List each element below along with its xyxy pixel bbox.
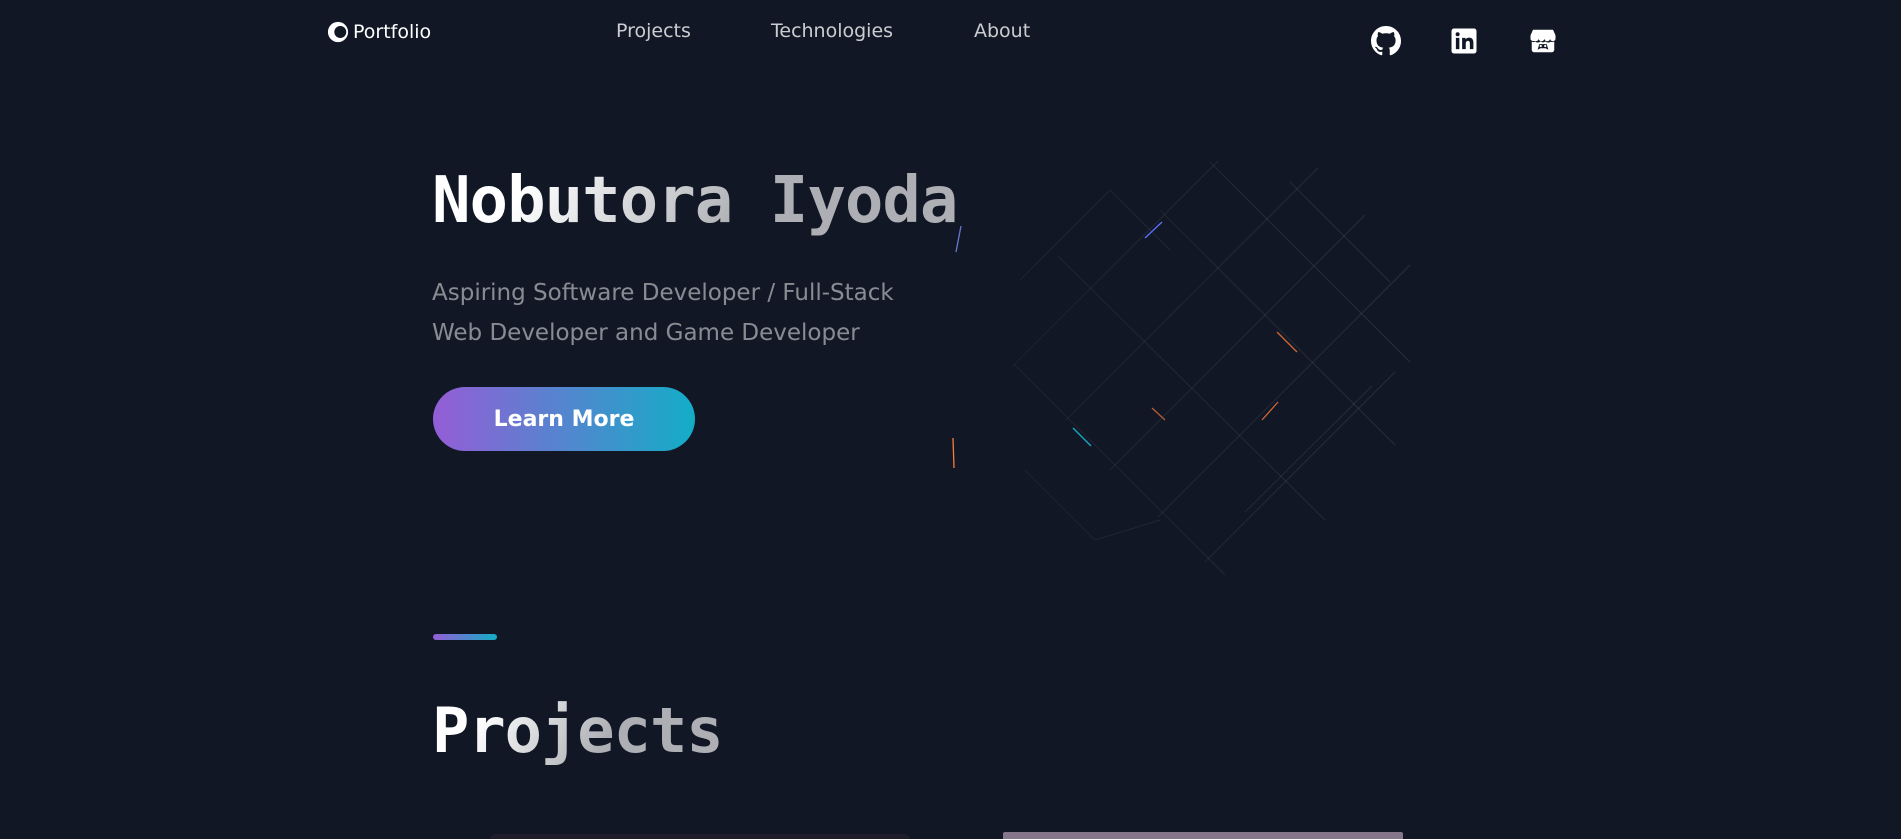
portfolio-logo-icon [327, 21, 349, 43]
hero-subtitle: Aspiring Software Developer / Full-Stack… [432, 280, 894, 346]
learn-more-button[interactable]: Learn More [433, 387, 695, 451]
hero-title: Nobutora Iyoda [432, 164, 958, 238]
section-divider [433, 634, 497, 640]
project-card-left[interactable] [490, 834, 910, 839]
background-animation [952, 155, 1411, 576]
page: Portfolio Projects Technologies About No… [0, 0, 1901, 839]
linkedin-icon [1451, 28, 1477, 54]
project-card-right[interactable] [1003, 832, 1403, 839]
projects-title: Projects [432, 694, 724, 767]
logo-text: Portfolio [353, 21, 432, 43]
nav-technologies[interactable]: Technologies [771, 20, 893, 42]
itch-io-link[interactable] [1528, 26, 1558, 56]
logo-link[interactable]: Portfolio [327, 21, 431, 43]
nav-projects[interactable]: Projects [616, 20, 691, 42]
nav-about[interactable]: About [974, 20, 1030, 42]
github-icon [1371, 26, 1401, 56]
itch-io-icon [1530, 29, 1556, 53]
linkedin-link[interactable] [1449, 26, 1479, 56]
github-link[interactable] [1371, 26, 1401, 56]
